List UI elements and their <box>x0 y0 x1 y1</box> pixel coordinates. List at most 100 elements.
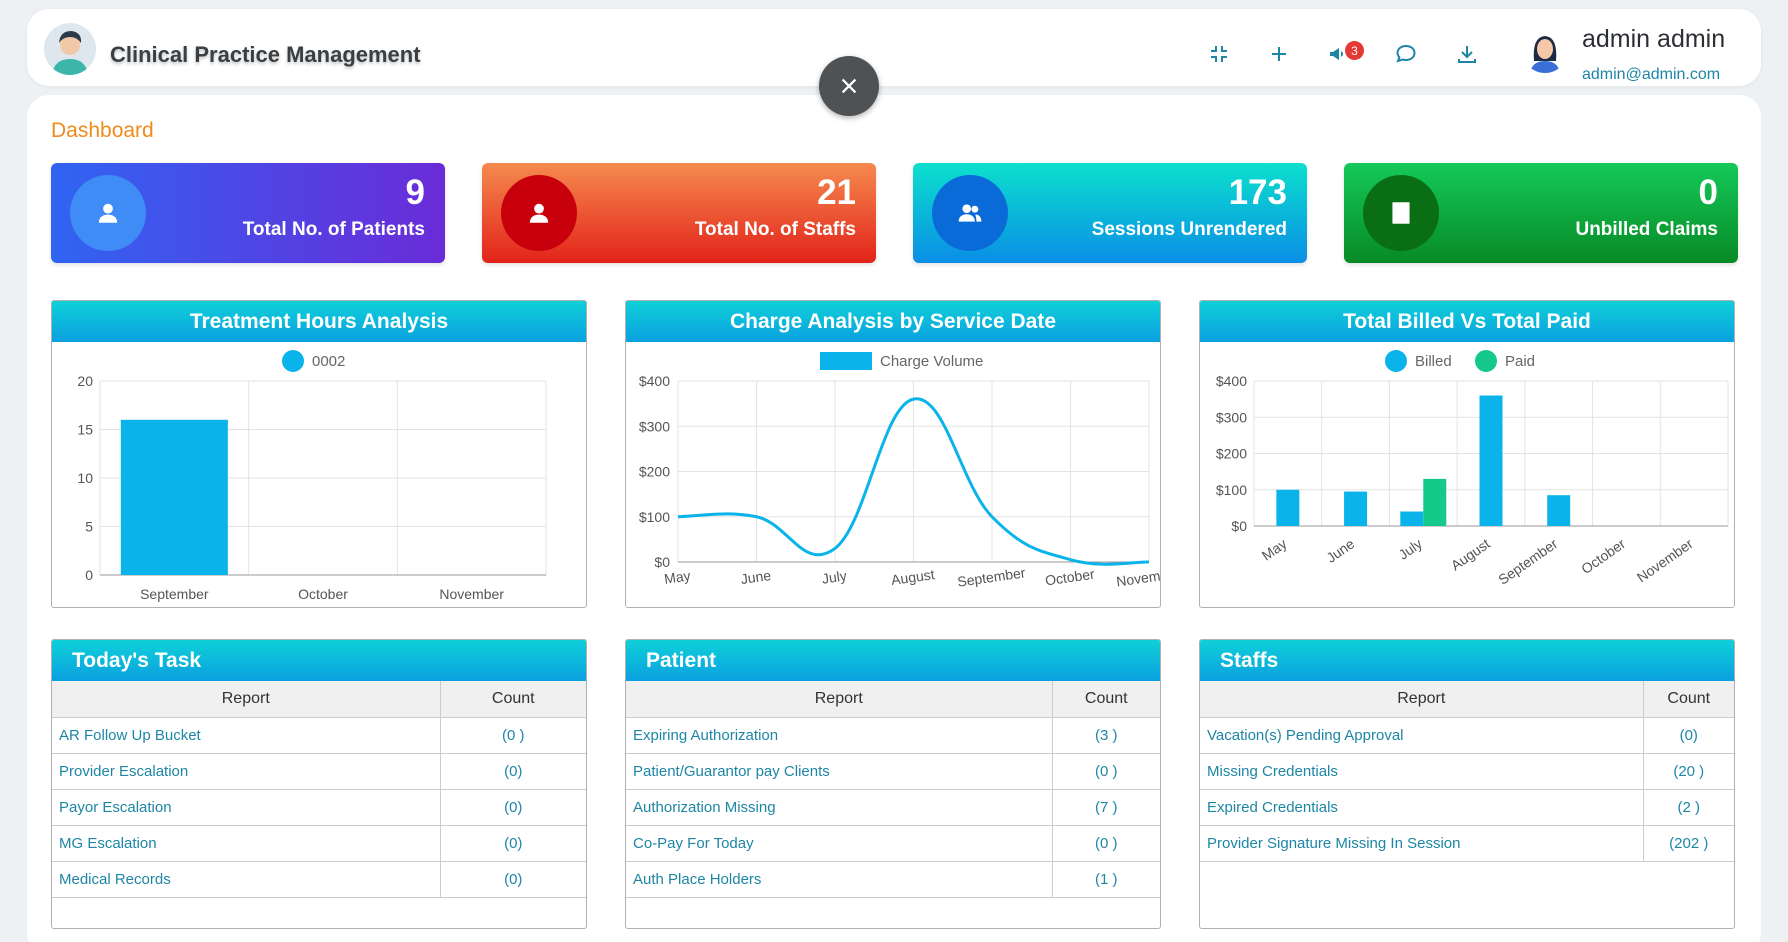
x-tick-label: October <box>1044 566 1096 589</box>
building-icon <box>1363 175 1439 251</box>
count-link[interactable]: (0) <box>440 789 586 826</box>
table-row[interactable]: Medical Records (0) <box>52 861 586 898</box>
report-link[interactable]: Payor Escalation <box>52 789 441 826</box>
column-header: Report <box>52 681 441 718</box>
count-link[interactable]: (3 ) <box>1052 717 1160 754</box>
count-link[interactable]: (2 ) <box>1643 789 1734 826</box>
table-row[interactable]: Vacation(s) Pending Approval (0) <box>1200 717 1734 754</box>
table-row[interactable]: Authorization Missing (7 ) <box>626 789 1160 826</box>
y-tick-label: 10 <box>77 470 93 486</box>
x-tick-label: May <box>663 567 691 587</box>
table-row[interactable]: Expiring Authorization (3 ) <box>626 717 1160 754</box>
user-icon <box>70 175 146 251</box>
column-header: Report <box>626 681 1053 718</box>
user-avatar[interactable] <box>1522 27 1568 73</box>
staffs-table: Report Count Vacation(s) Pending Approva… <box>1200 681 1734 862</box>
stat-card-sessions[interactable]: 173 Sessions Unrendered <box>913 163 1307 263</box>
table-row[interactable]: Payor Escalation (0) <box>52 789 586 826</box>
report-link[interactable]: Authorization Missing <box>626 789 1053 826</box>
x-tick-label: August <box>890 566 935 588</box>
y-tick-label: $300 <box>639 418 670 434</box>
report-link[interactable]: AR Follow Up Bucket <box>52 717 441 754</box>
count-link[interactable]: (20 ) <box>1643 753 1734 790</box>
stat-card-claims[interactable]: 0 Unbilled Claims <box>1344 163 1738 263</box>
y-tick-label: $0 <box>1231 518 1247 534</box>
table-row[interactable]: Provider Signature Missing In Session (20… <box>1200 825 1734 862</box>
x-tick-label: June <box>740 567 773 587</box>
count-link[interactable]: (0) <box>440 825 586 862</box>
legend-swatch <box>282 350 304 372</box>
y-tick-label: $0 <box>654 554 670 570</box>
download-icon[interactable] <box>1452 39 1482 69</box>
megaphone-icon[interactable]: 3 <box>1324 39 1364 69</box>
report-link[interactable]: Auth Place Holders <box>626 861 1053 898</box>
table-row[interactable]: Expired Credentials (2 ) <box>1200 789 1734 826</box>
billed-bar <box>1344 491 1368 526</box>
report-link[interactable]: Medical Records <box>52 861 441 898</box>
paid-bar <box>1423 478 1447 526</box>
report-link[interactable]: Patient/Guarantor pay Clients <box>626 753 1053 790</box>
table-row[interactable]: Co-Pay For Today (0 ) <box>626 825 1160 862</box>
x-tick-label: October <box>298 586 348 602</box>
legend-swatch <box>1475 350 1497 372</box>
stat-value: 0 <box>1698 173 1718 212</box>
count-link[interactable]: (1 ) <box>1052 861 1160 898</box>
report-link[interactable]: Provider Escalation <box>52 753 441 790</box>
table-row[interactable]: Auth Place Holders (1 ) <box>626 861 1160 898</box>
count-link[interactable]: (0 ) <box>1052 753 1160 790</box>
count-link[interactable]: (0 ) <box>440 717 586 754</box>
report-link[interactable]: Provider Signature Missing In Session <box>1200 825 1644 862</box>
chat-icon[interactable] <box>1391 39 1421 69</box>
table-row[interactable]: AR Follow Up Bucket (0 ) <box>52 717 586 754</box>
close-icon <box>841 78 857 94</box>
x-tick-label: June <box>1323 535 1357 566</box>
count-link[interactable]: (202 ) <box>1643 825 1734 862</box>
x-tick-label: May <box>1259 535 1290 563</box>
report-link[interactable]: Expiring Authorization <box>626 717 1053 754</box>
y-tick-label: $100 <box>639 509 670 525</box>
y-tick-label: $400 <box>1216 373 1247 389</box>
count-link[interactable]: (0) <box>440 753 586 790</box>
count-link[interactable]: (0) <box>440 861 586 898</box>
y-tick-label: $300 <box>1216 409 1247 425</box>
top-bar: Clinical Practice Management 3 admin adm… <box>27 9 1761 86</box>
stat-value: 173 <box>1228 173 1287 212</box>
users-icon <box>932 175 1008 251</box>
panel-title: Patient <box>626 640 1160 681</box>
charge-analysis-chart: Charge Volume $0 $100 $200 $300 $400 May June Ju… <box>639 352 1160 590</box>
legend-label: 0002 <box>312 353 345 370</box>
billed-bar <box>1547 495 1571 526</box>
page-title: Dashboard <box>51 119 154 142</box>
charge-analysis-panel: Charge Analysis by Service Date Charge V… <box>625 300 1161 608</box>
treatment-hours-panel: Treatment Hours Analysis 0002 0 5 10 15 20 Sep… <box>51 300 587 608</box>
stat-card-staffs[interactable]: 21 Total No. of Staffs <box>482 163 876 263</box>
billed-bar <box>1276 489 1300 526</box>
report-link[interactable]: Co-Pay For Today <box>626 825 1053 862</box>
legend-label: Charge Volume <box>880 353 983 370</box>
column-header: Report <box>1200 681 1644 718</box>
count-link[interactable]: (0) <box>1643 717 1734 754</box>
billed-bar <box>1400 511 1424 526</box>
count-link[interactable]: (0 ) <box>1052 825 1160 862</box>
close-button[interactable] <box>819 56 879 116</box>
count-link[interactable]: (7 ) <box>1052 789 1160 826</box>
stat-card-patients[interactable]: 9 Total No. of Patients <box>51 163 445 263</box>
stat-value: 9 <box>405 173 425 212</box>
report-link[interactable]: Vacation(s) Pending Approval <box>1200 717 1644 754</box>
table-row[interactable]: Missing Credentials (20 ) <box>1200 753 1734 790</box>
report-link[interactable]: Missing Credentials <box>1200 753 1644 790</box>
report-link[interactable]: MG Escalation <box>52 825 441 862</box>
compress-icon[interactable] <box>1204 39 1234 69</box>
panel-title: Today's Task <box>52 640 586 681</box>
table-row[interactable]: MG Escalation (0) <box>52 825 586 862</box>
table-row[interactable]: Provider Escalation (0) <box>52 753 586 790</box>
user-name[interactable]: admin admin <box>1582 25 1725 54</box>
report-link[interactable]: Expired Credentials <box>1200 789 1644 826</box>
plus-icon[interactable] <box>1264 39 1294 69</box>
stat-label: Sessions Unrendered <box>1091 219 1287 240</box>
table-row[interactable]: Patient/Guarantor pay Clients (0 ) <box>626 753 1160 790</box>
patient-table: Report Count Expiring Authorization (3 ) … <box>626 681 1160 898</box>
x-tick-label: September <box>1495 535 1561 588</box>
todays-task-panel: Today's Task Report Count AR Follow Up B… <box>51 639 587 929</box>
y-tick-label: 15 <box>77 422 93 438</box>
